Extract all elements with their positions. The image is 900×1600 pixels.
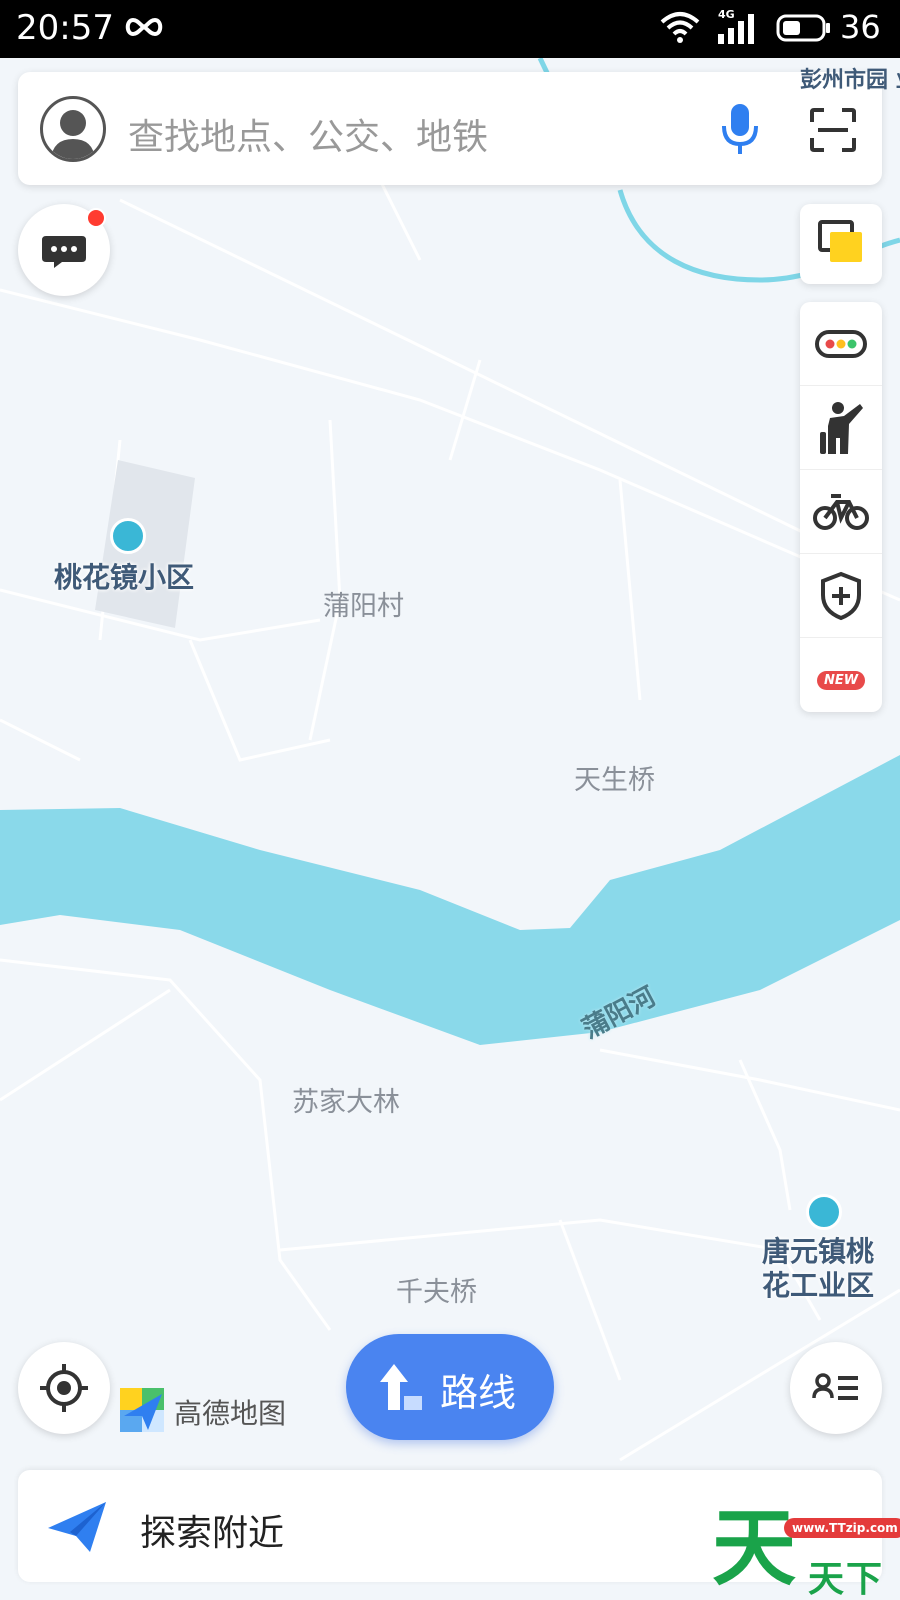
safety-button[interactable]: [800, 554, 882, 638]
shield-plus-icon: [821, 571, 861, 620]
route-button[interactable]: 路线: [346, 1334, 554, 1440]
map-edge-label: 彭州市园 业区: [800, 68, 900, 93]
notification-dot: [86, 208, 106, 228]
locate-button[interactable]: [18, 1342, 110, 1434]
avatar[interactable]: [40, 96, 106, 162]
status-time: 20:57: [16, 8, 114, 48]
user-icon: [51, 110, 95, 159]
taxi-button[interactable]: [800, 386, 882, 470]
brand-name: 高德地图: [174, 1397, 287, 1430]
explore-label: 探索附近: [140, 1513, 285, 1554]
new-badge: NEW: [816, 670, 866, 690]
search-input[interactable]: 查找地点、公交、地铁: [128, 108, 488, 160]
watermark-url: www.TTzip.com: [784, 1518, 900, 1538]
status-bar: 20:57 4G 36: [0, 0, 900, 58]
route-label: 路线: [440, 1371, 517, 1415]
industrial-poi-icon[interactable]: [806, 1194, 842, 1230]
battery-icon: [776, 14, 830, 42]
list-button[interactable]: [790, 1342, 882, 1434]
hail-taxi-icon: [820, 401, 863, 454]
place-label: 蒲阳村: [323, 591, 404, 622]
residential-poi-icon[interactable]: [110, 518, 146, 554]
traffic-light-icon: [815, 329, 867, 358]
place-label: 千夫桥: [396, 1277, 477, 1308]
list-icon: [812, 1373, 858, 1400]
new-feature-button[interactable]: NEW: [800, 638, 882, 722]
scan-icon[interactable]: [810, 108, 856, 152]
poi-label[interactable]: 桃花镜小区: [54, 556, 194, 596]
bike-button[interactable]: [800, 470, 882, 554]
traffic-toggle[interactable]: [800, 302, 882, 386]
search-bar[interactable]: 查找地点、公交、地铁: [18, 72, 882, 185]
layers-button[interactable]: [800, 204, 882, 284]
amap-logo-icon: [120, 1388, 164, 1432]
layers-icon: [818, 220, 862, 262]
battery-level: 36: [840, 8, 881, 46]
route-arrow-icon: [380, 1364, 422, 1410]
infinity-icon: [125, 17, 163, 37]
wifi-icon: [660, 12, 700, 43]
map-tools-panel: NEW: [800, 302, 882, 712]
poi-label[interactable]: 花工业区: [762, 1264, 874, 1304]
paper-plane-icon: [48, 1502, 106, 1552]
microphone-icon[interactable]: [718, 102, 762, 158]
watermark-big-char: 天: [712, 1499, 797, 1597]
location-target-icon: [40, 1364, 88, 1412]
signal-icon: [718, 14, 754, 44]
message-button[interactable]: [18, 204, 110, 296]
bicycle-icon: [813, 493, 869, 530]
watermark: 天 www.TTzip.com 天下载: [712, 1500, 900, 1600]
place-label: 天生桥: [574, 765, 655, 796]
watermark-text: 天下载: [808, 1559, 885, 1600]
place-label: 苏家大林: [292, 1087, 400, 1118]
